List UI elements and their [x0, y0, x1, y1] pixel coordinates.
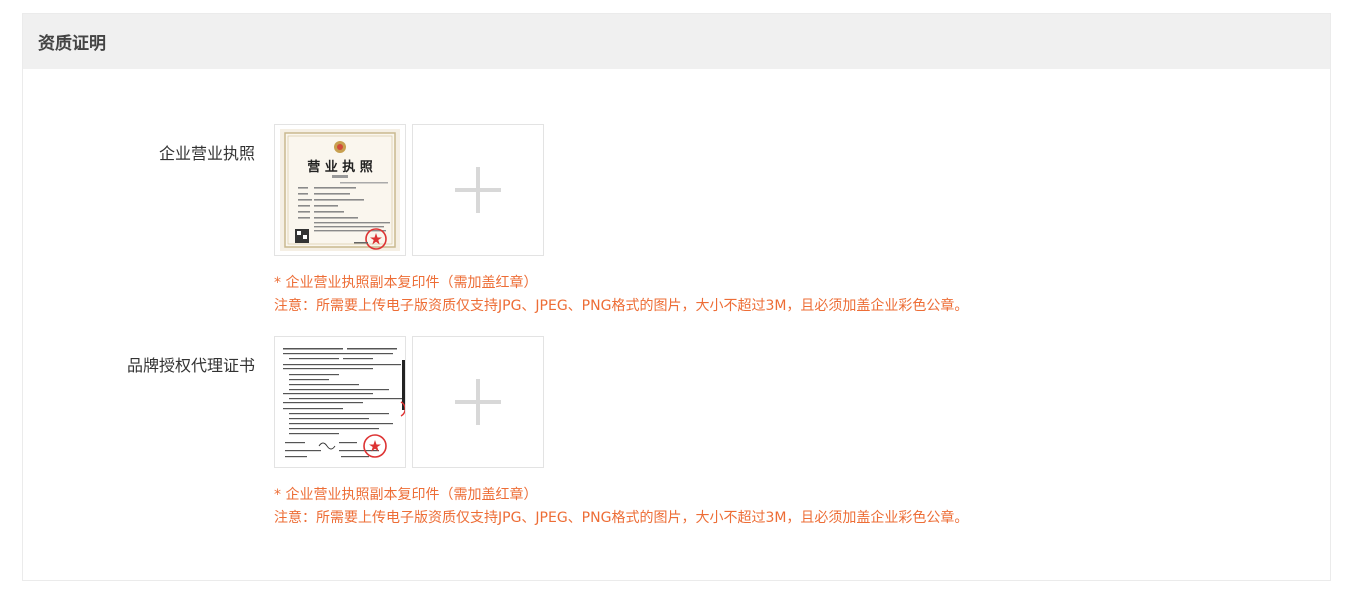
panel-header: 资质证明 — [23, 14, 1330, 69]
thumbs-group — [274, 336, 544, 468]
authorization-letter-image — [275, 342, 405, 462]
hint-block: * 企业营业执照副本复印件（需加盖红章） 注意：所需要上传电子版资质仅支持JPG… — [274, 484, 968, 530]
notice-text: 注意：所需要上传电子版资质仅支持JPG、JPEG、PNG格式的图片，大小不超过3… — [274, 510, 969, 526]
panel-title: 资质证明 — [38, 34, 106, 54]
qualification-panel: 资质证明 企业营业执照 营 业 执 照 * 企业营业执照副本复印件（需加盖红章）… — [22, 13, 1331, 581]
hint-text: * 企业营业执照副本复印件（需加盖红章） — [274, 275, 538, 291]
upload-brand-authorization-button[interactable] — [412, 336, 544, 468]
thumbs-group: 营 业 执 照 — [274, 124, 544, 256]
row-label: 品牌授权代理证书 — [126, 356, 255, 375]
notice-text: 注意：所需要上传电子版资质仅支持JPG、JPEG、PNG格式的图片，大小不超过3… — [274, 298, 969, 314]
license-title-text: 营 业 执 照 — [307, 159, 373, 175]
business-license-thumbnail[interactable]: 营 业 执 照 — [274, 124, 406, 256]
plus-icon — [455, 167, 501, 213]
plus-icon — [455, 379, 501, 425]
hint-block: * 企业营业执照副本复印件（需加盖红章） 注意：所需要上传电子版资质仅支持JPG… — [274, 272, 968, 318]
business-license-image: 营 业 执 照 — [280, 129, 400, 251]
hint-text: * 企业营业执照副本复印件（需加盖红章） — [274, 487, 538, 503]
upload-business-license-button[interactable] — [412, 124, 544, 256]
row-label: 企业营业执照 — [158, 144, 255, 163]
authorization-letter-thumbnail[interactable] — [274, 336, 406, 468]
